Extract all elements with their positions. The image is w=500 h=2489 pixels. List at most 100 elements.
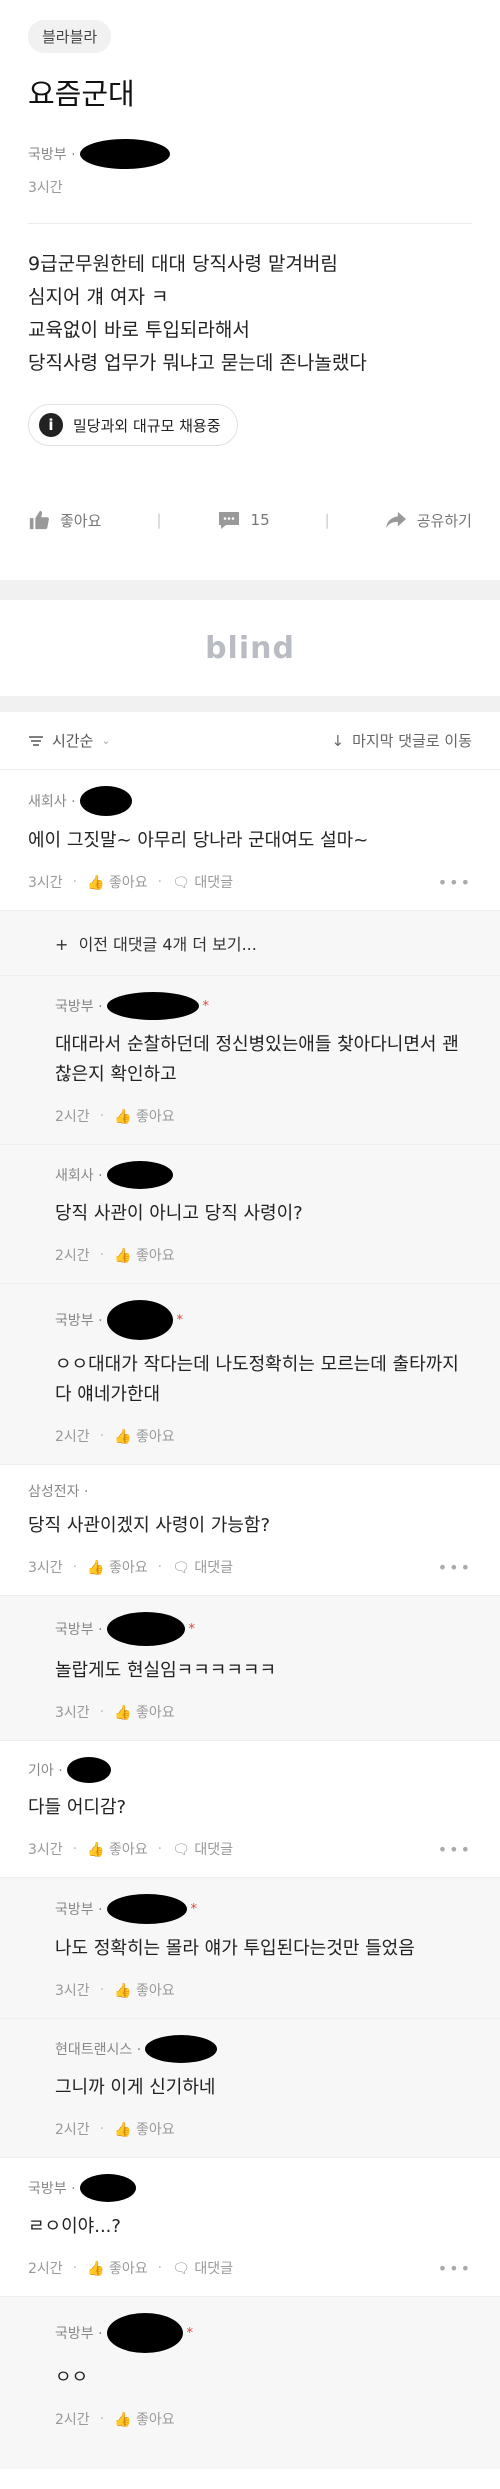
comment: 기아 · 다들 어디감? 3시간 · 👍 좋아요 · 🗨 대댓글 ••• [0,1741,500,1878]
comment: 국방부 · ㄹㅇ이야...? 2시간 · 👍 좋아요 · 🗨 대댓글 ••• [0,2158,500,2297]
comment-author[interactable]: 국방부 · [28,2174,472,2202]
meta-dot: · [99,1108,105,1124]
meta-dot: · [99,2121,105,2137]
comment-time: 3시간 [55,1705,90,1721]
comment-meta: 2시간 · 👍 좋아요 [55,1426,472,1446]
reply-button[interactable]: 🗨 대댓글 [172,2258,233,2278]
like-label: 좋아요 [109,1842,148,1858]
thumbs-up-icon: 👍 [114,1248,132,1264]
sort-order-dropdown[interactable]: 시간순 ⌄ [28,730,111,751]
thumbs-up-icon: 👍 [87,875,105,891]
meta-dot: · [157,1559,163,1575]
share-button[interactable]: 공유하기 [385,510,472,531]
like-button[interactable]: 👍 좋아요 [87,1839,148,1859]
ad-pill[interactable]: i 밀당과외 대규모 채용중 [28,404,238,446]
like-button[interactable]: 👍 좋아요 [114,1702,175,1722]
more-icon[interactable]: ••• [438,1840,472,1859]
post-body-line: 심지어 걔 여자 ㅋ [28,286,169,308]
comment-text: 나도 정확히는 몰라 얘가 투입된다는것만 들었음 [55,1938,415,1959]
comment-icon: 🗨 [172,875,190,891]
section-gap [0,580,500,600]
comment-company: 국방부 · [55,1622,103,1638]
meta-dot: · [72,1841,78,1857]
comment-author[interactable]: 현대트랜시스 · [55,2035,472,2063]
comment-company: 국방부 · [28,2181,76,2197]
reply-button[interactable]: 🗨 대댓글 [172,1557,233,1577]
like-label: 좋아요 [109,2261,148,2277]
comment-text: 놀랍게도 현실임ㅋㅋㅋㅋㅋㅋ [55,1660,277,1681]
reply-comment: 국방부 · * 놀랍게도 현실임ㅋㅋㅋㅋㅋㅋ 3시간 · 👍 좋아요 [0,1596,500,1741]
comment-meta: 2시간 · 👍 좋아요 [55,1245,472,1265]
comment-author[interactable]: 국방부 · * [55,2313,472,2353]
thumbs-up-icon [29,510,49,530]
board-tag[interactable]: 블라블라 [28,20,112,53]
more-icon[interactable]: ••• [438,873,472,892]
author-mark: * [202,998,210,1014]
comment-time: 3시간 [28,1560,63,1576]
comment-time: 2시간 [55,2412,90,2428]
like-button[interactable]: 👍 좋아요 [114,1245,175,1265]
load-more-label: 이전 대댓글 4개 더 보기... [78,935,257,954]
redacted-nickname [79,2174,136,2202]
author-mark: * [188,1621,196,1637]
comment-author[interactable]: 국방부 · * [55,1894,472,1924]
like-button[interactable]: 좋아요 [28,509,101,531]
thumbs-up-icon: 👍 [114,2412,132,2428]
sort-order-label: 시간순 [52,732,94,750]
meta-dot: · [99,1247,105,1263]
comment-icon [218,512,239,529]
thumbs-up-icon: 👍 [87,1842,105,1858]
comment-text: 대대라서 순찰하던데 정신병있는애들 찾아다니면서 괜찮은지 확인하고 [55,1034,459,1085]
plus-icon: + [55,935,69,954]
comment-count-button[interactable]: 15 [217,509,270,531]
reply-button[interactable]: 🗨 대댓글 [172,1839,233,1859]
like-button[interactable]: 👍 좋아요 [87,2258,148,2278]
thumbs-up-icon: 👍 [114,2122,132,2138]
reply-comment: 국방부 · * 나도 정확히는 몰라 얘가 투입된다는것만 들었음 3시간 · 👍… [0,1878,500,2019]
comment-author[interactable]: 국방부 · * [55,1612,472,1646]
comment-text: 다들 어디감? [28,1797,127,1818]
meta-dot: · [72,1559,78,1575]
meta-dot: · [72,2260,78,2276]
divider [28,223,472,224]
like-button[interactable]: 👍 좋아요 [114,2119,175,2139]
post-body-line: 당직사령 업무가 뭐냐고 묻는데 존나놀랬다 [28,352,367,374]
comment-meta: 3시간 · 👍 좋아요 · 🗨 대댓글 [28,1839,472,1859]
reply-button[interactable]: 🗨 대댓글 [172,872,233,892]
comment-meta: 2시간 · 👍 좋아요 · 🗨 대댓글 [28,2258,472,2278]
comment-author[interactable]: 새회사 · [55,1161,472,1189]
post-body-line: 9급군무원한테 대대 당직사령 맡겨버림 [28,253,338,275]
post-author[interactable]: 국방부 · [28,139,472,169]
comment-author[interactable]: 기아 · [28,1757,472,1783]
like-button[interactable]: 👍 좋아요 [114,2409,175,2429]
author-company: 국방부 · [28,147,76,163]
like-label: 좋아요 [136,1705,175,1721]
comment-author[interactable]: 삼성전자 · [28,1481,472,1501]
comment-meta: 2시간 · 👍 좋아요 [55,2119,472,2139]
comment-author[interactable]: 국방부 · * [55,992,472,1020]
comment: 새회사 · 에이 그짓말~ 아무리 당나라 군대여도 설마~ 3시간 · 👍 좋아… [0,770,500,911]
like-button[interactable]: 👍 좋아요 [114,1426,175,1446]
load-more-replies-button[interactable]: + 이전 대댓글 4개 더 보기... [0,911,500,976]
like-label: 좋아요 [60,511,102,530]
like-button[interactable]: 👍 좋아요 [114,1106,175,1126]
redacted-nickname [145,2035,218,2063]
comment-company: 국방부 · [55,999,103,1015]
comment-author[interactable]: 새회사 · [28,786,472,816]
meta-dot: · [157,874,163,890]
more-icon[interactable]: ••• [438,2259,472,2278]
comment-meta: 3시간 · 👍 좋아요 · 🗨 대댓글 [28,872,472,892]
like-button[interactable]: 👍 좋아요 [87,872,148,892]
more-icon[interactable]: ••• [438,1558,472,1577]
comment-text: 당직 사관이 아니고 당직 사령이? [55,1203,303,1224]
section-gap [0,696,500,712]
like-label: 좋아요 [136,1983,175,1999]
comment-author[interactable]: 국방부 · * [55,1300,472,1340]
jump-to-last-button[interactable]: ↓ 마지막 댓글로 이동 [331,730,472,751]
reply-comment: 국방부 · * ㅇㅇ대대가 작다는데 나도정확히는 모르는데 출타까지 다 얘네… [0,1284,500,1465]
like-button[interactable]: 👍 좋아요 [114,1980,175,2000]
like-button[interactable]: 👍 좋아요 [87,1557,148,1577]
meta-dot: · [99,1704,105,1720]
comment-company: 국방부 · [55,1313,103,1329]
comment-company: 국방부 · [55,2326,103,2342]
